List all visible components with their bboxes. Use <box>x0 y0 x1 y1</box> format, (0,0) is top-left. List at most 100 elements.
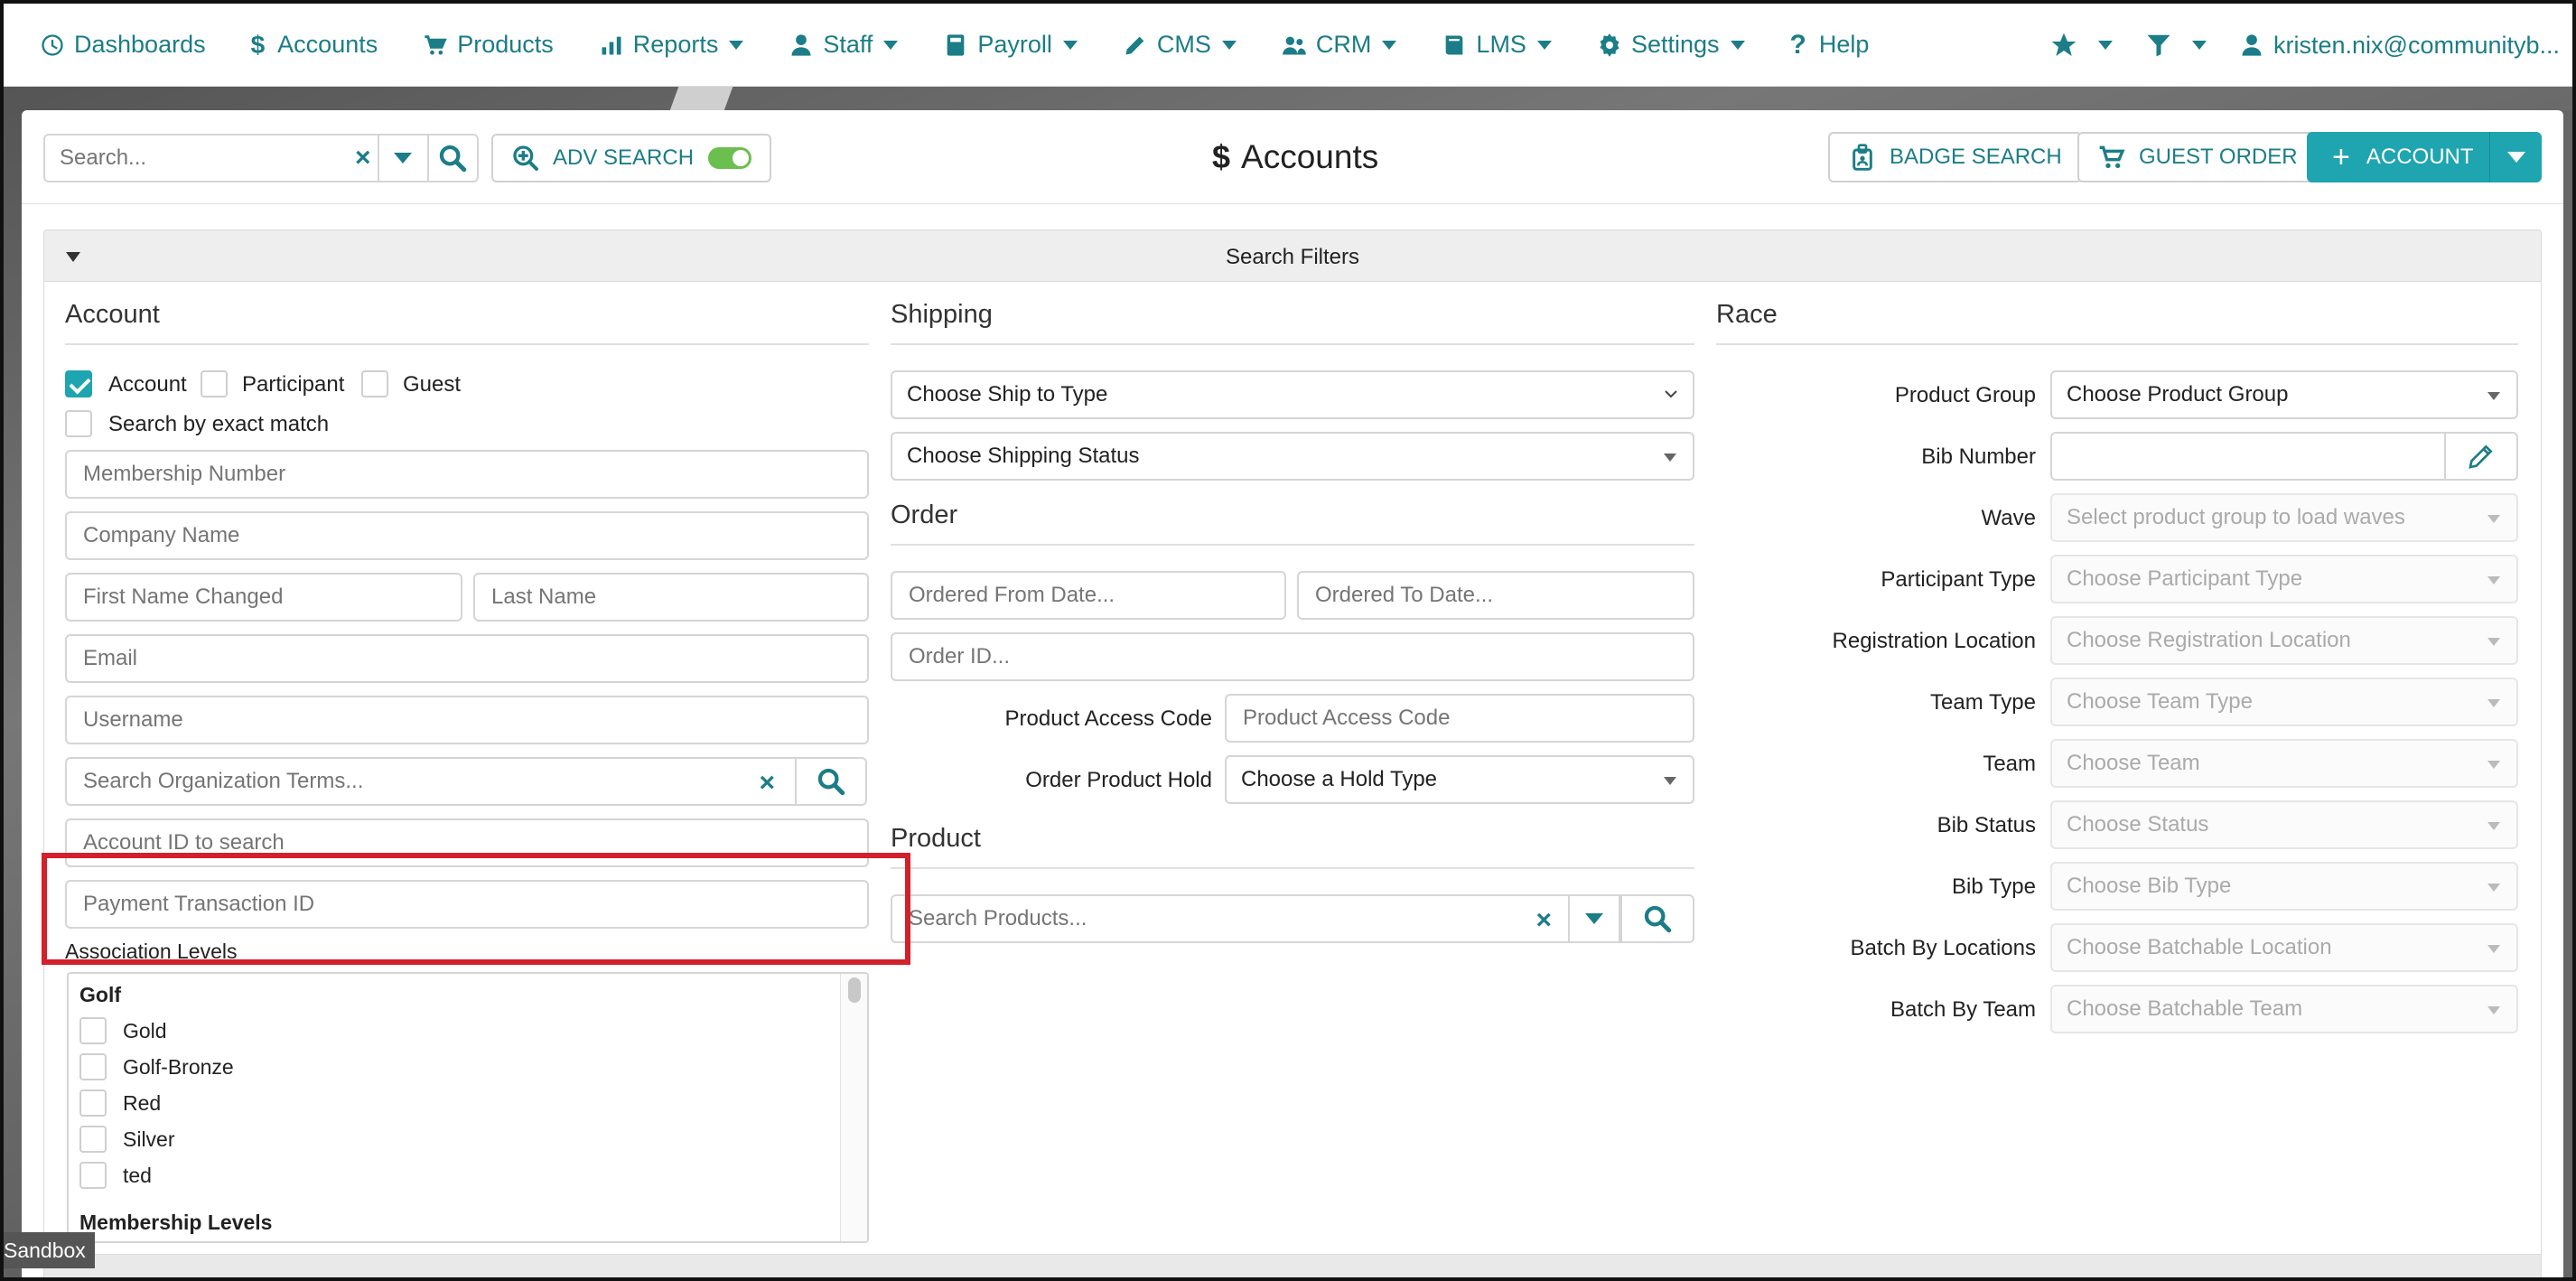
scrollbar-thumb[interactable] <box>848 977 861 1003</box>
adv-search-toggle[interactable] <box>708 147 752 169</box>
badge-search-button[interactable]: BADGE SEARCH <box>1828 132 2082 182</box>
ordered-from-date-field[interactable] <box>891 571 1286 620</box>
product-search-field[interactable]: × <box>891 894 1570 943</box>
bib-type-select[interactable]: Choose Bib Type <box>2050 862 2518 911</box>
nav-accounts[interactable]: $ Accounts <box>251 4 378 87</box>
team-type-value: Choose Team Type <box>2067 689 2253 714</box>
ordered-from-date-input[interactable] <box>907 582 1270 609</box>
chart-icon <box>602 36 621 54</box>
search-filters-header[interactable]: Search Filters <box>43 229 2542 282</box>
add-account-button[interactable]: + ACCOUNT <box>2307 132 2542 182</box>
nav-help[interactable]: ? Help <box>1790 4 1870 87</box>
product-search-input[interactable] <box>907 905 1503 932</box>
username-field[interactable] <box>65 696 869 744</box>
exact-match-checkbox[interactable] <box>65 410 92 437</box>
nav-lms[interactable]: LMS <box>1442 4 1552 87</box>
ship-to-type-select[interactable]: Choose Ship to Type <box>891 370 1694 419</box>
clear-icon[interactable]: × <box>349 136 378 181</box>
bib-number-input[interactable] <box>2067 443 2430 470</box>
ordered-to-date-input[interactable] <box>1313 582 1678 609</box>
account-type-checkbox-account[interactable] <box>65 370 92 397</box>
search-button[interactable] <box>426 136 477 181</box>
shipping-status-select[interactable]: Choose Shipping Status <box>891 432 1694 481</box>
association-levels-list[interactable]: Golf Gold Golf-Bronze Red Silver ted Mem… <box>67 972 869 1243</box>
add-account-dropdown[interactable] <box>2489 132 2542 182</box>
nav-label: Products <box>457 31 554 58</box>
level-checkbox-red[interactable] <box>79 1089 107 1117</box>
clear-icon[interactable]: × <box>759 768 775 799</box>
product-access-code-field[interactable] <box>1225 694 1694 743</box>
team-type-select[interactable]: Choose Team Type <box>2050 678 2518 726</box>
chevron-down-icon <box>729 40 744 50</box>
next-panel-header[interactable] <box>43 1254 2542 1281</box>
order-id-field[interactable] <box>891 632 1694 681</box>
team-select[interactable]: Choose Team <box>2050 739 2518 788</box>
last-name-input[interactable] <box>490 584 853 611</box>
org-terms-input[interactable] <box>81 768 732 795</box>
bib-number-edit-button[interactable] <box>2444 432 2518 481</box>
org-terms-search-button[interactable] <box>795 757 867 806</box>
plus-icon: + <box>2332 139 2350 174</box>
bib-number-field[interactable] <box>2050 432 2446 481</box>
bib-status-select[interactable]: Choose Status <box>2050 800 2518 849</box>
account-type-checkbox-guest[interactable] <box>361 370 388 397</box>
pencil-icon <box>2469 444 2493 469</box>
race-section-title: Race <box>1716 300 1778 329</box>
caret-down-icon <box>2487 761 2500 769</box>
level-checkbox-silver[interactable] <box>79 1126 107 1153</box>
chevron-down-icon <box>1221 40 1237 50</box>
order-id-input[interactable] <box>907 643 1678 670</box>
order-product-hold-select[interactable]: Choose a Hold Type <box>1225 755 1694 804</box>
product-search-options-dropdown[interactable] <box>1568 894 1620 943</box>
participant-type-select[interactable]: Choose Participant Type <box>2050 555 2518 603</box>
nav-cms[interactable]: CMS <box>1123 4 1237 87</box>
first-name-field[interactable] <box>65 573 462 622</box>
email-input[interactable] <box>81 645 853 672</box>
search-options-dropdown[interactable] <box>377 136 427 181</box>
guest-order-button[interactable]: GUEST ORDER <box>2077 132 2318 182</box>
ordered-to-date-field[interactable] <box>1297 571 1694 620</box>
filter-menu[interactable] <box>2145 4 2207 87</box>
account-type-checkbox-participant[interactable] <box>201 370 228 397</box>
membership-number-field[interactable] <box>65 450 869 499</box>
pencil-icon <box>1125 36 1144 54</box>
last-name-field[interactable] <box>473 573 869 622</box>
batch-by-locations-select[interactable]: Choose Batchable Location <box>2050 923 2518 972</box>
account-section-title: Account <box>65 300 160 329</box>
star-icon <box>2051 33 2077 56</box>
wave-select[interactable]: Select product group to load waves <box>2050 493 2518 542</box>
nav-crm[interactable]: CRM <box>1282 4 1397 87</box>
adv-search-button[interactable]: ADV SEARCH <box>491 134 772 182</box>
level-checkbox-golf-bronze[interactable] <box>79 1053 107 1080</box>
nav-payroll[interactable]: Payroll <box>943 4 1078 87</box>
product-search-button[interactable] <box>1620 894 1694 943</box>
level-checkbox-ted[interactable] <box>79 1162 107 1189</box>
nav-products[interactable]: Products <box>423 4 554 87</box>
first-name-input[interactable] <box>81 584 446 611</box>
chevron-down-icon <box>1062 40 1078 50</box>
company-name-field[interactable] <box>65 511 869 560</box>
favorites-menu[interactable] <box>2049 4 2113 87</box>
product-access-code-input[interactable] <box>1241 705 1678 732</box>
page-title: $ Accounts <box>1212 132 1378 182</box>
clear-icon[interactable]: × <box>1535 905 1552 936</box>
nav-dashboards[interactable]: Dashboards <box>40 4 206 87</box>
company-name-input[interactable] <box>81 522 853 549</box>
user-menu[interactable]: kristen.nix@communityb... <box>2239 4 2560 87</box>
batch-by-team-select[interactable]: Choose Batchable Team <box>2050 985 2518 1033</box>
nav-settings[interactable]: Settings <box>1597 4 1745 87</box>
quick-search-input[interactable] <box>45 136 349 181</box>
membership-number-input[interactable] <box>81 461 853 488</box>
nav-staff[interactable]: Staff <box>789 4 899 87</box>
org-terms-field[interactable]: × <box>65 757 797 806</box>
username-input[interactable] <box>81 706 853 734</box>
levels-scrollbar[interactable] <box>840 974 867 1241</box>
product-group-select[interactable]: Choose Product Group <box>2050 370 2518 419</box>
nav-label: Staff <box>823 31 873 58</box>
registration-location-select[interactable]: Choose Registration Location <box>2050 616 2518 665</box>
bib-type-label: Bib Type <box>1952 874 2036 899</box>
email-field[interactable] <box>65 634 869 683</box>
nav-label: Accounts <box>277 31 378 58</box>
level-checkbox-gold[interactable] <box>79 1017 107 1044</box>
nav-reports[interactable]: Reports <box>599 4 744 87</box>
